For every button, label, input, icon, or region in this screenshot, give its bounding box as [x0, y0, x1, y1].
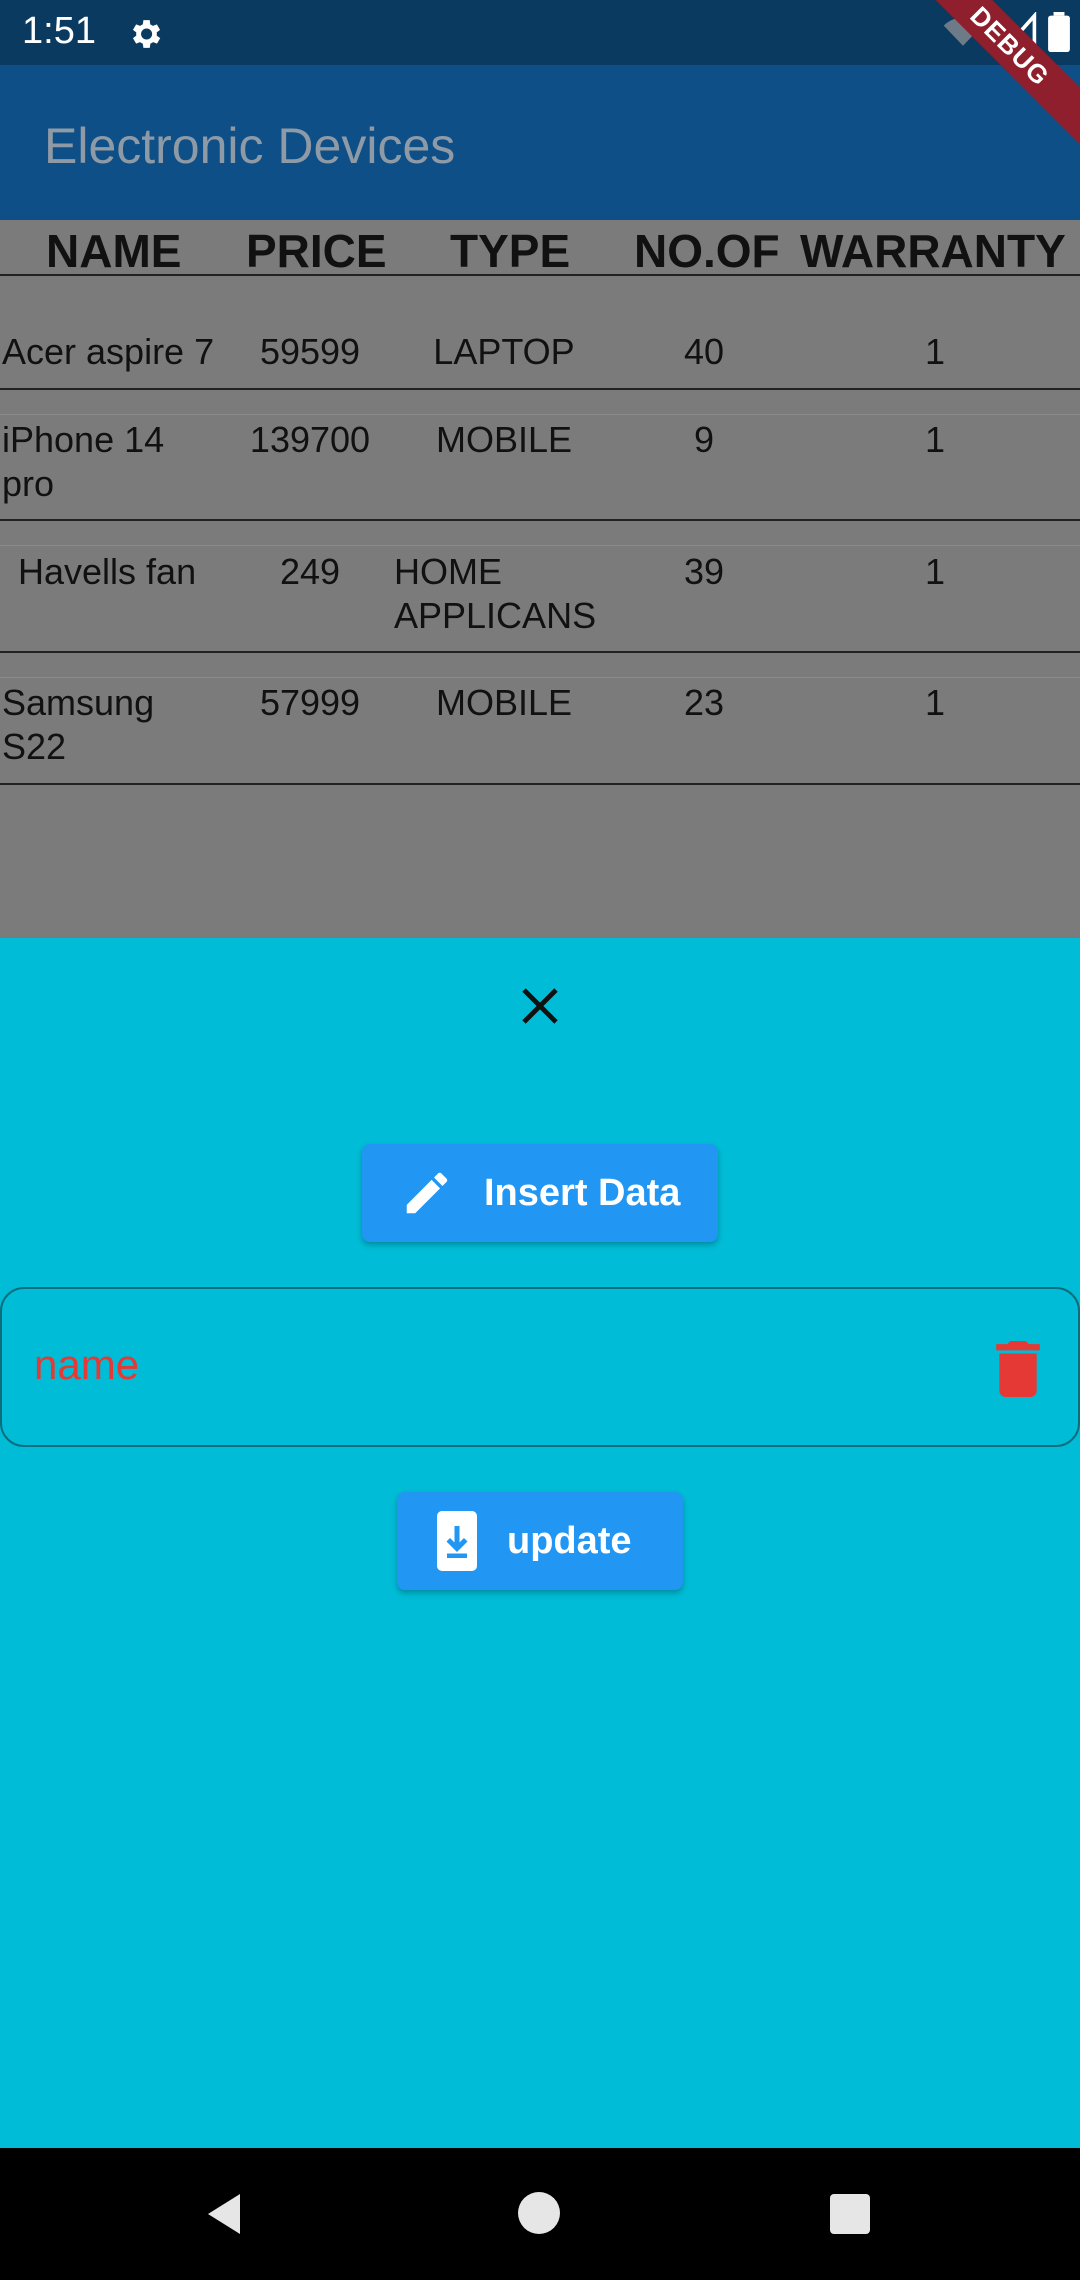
cell-warranty: 1	[924, 682, 946, 723]
pencil-icon	[406, 1172, 448, 1214]
cell-name: Havells fan	[18, 551, 197, 592]
column-header-type: TYPE	[450, 225, 571, 277]
header-divider	[0, 274, 1080, 276]
row-divider	[0, 783, 1080, 785]
app-bar: Electronic Devices	[0, 65, 1080, 220]
cell-warranty: 1	[924, 331, 946, 372]
back-icon[interactable]	[204, 2192, 244, 2236]
cell-count: 39	[683, 551, 725, 592]
insert-data-button[interactable]: Insert Data	[362, 1144, 718, 1242]
cell-type: MOBILE	[435, 682, 573, 723]
status-time: 1:51	[22, 10, 96, 52]
name-field[interactable]: name	[0, 1287, 1080, 1447]
cell-count: 40	[683, 331, 725, 372]
update-label: update	[507, 1519, 632, 1562]
cell-count: 9	[693, 419, 715, 460]
update-button[interactable]: update	[397, 1492, 683, 1590]
cell-name: iPhone 14 pro	[2, 419, 165, 504]
navigation-bar	[0, 2148, 1080, 2280]
column-header-price: PRICE	[246, 225, 387, 277]
download-phone-icon	[437, 1511, 477, 1571]
name-field-label: name	[34, 1341, 140, 1388]
column-header-name: NAME	[46, 225, 182, 277]
status-bar: 1:51	[0, 0, 1080, 65]
cell-name: Samsung S22	[2, 682, 155, 767]
column-header-count: NO.OF	[634, 225, 780, 277]
row-divider	[0, 519, 1080, 521]
row-separator	[0, 414, 1080, 415]
cell-type: MOBILE	[435, 419, 573, 460]
row-separator	[0, 677, 1080, 678]
cell-price: 57999	[259, 682, 361, 723]
cell-price: 59599	[259, 331, 361, 372]
page-title: Electronic Devices	[44, 118, 456, 174]
row-divider	[0, 388, 1080, 390]
row-separator	[0, 545, 1080, 546]
cell-count: 23	[683, 682, 725, 723]
recent-apps-icon[interactable]	[830, 2194, 870, 2234]
cell-price: 249	[279, 551, 341, 592]
cell-warranty: 1	[924, 419, 946, 460]
row-divider	[0, 651, 1080, 653]
column-header-warranty: WARRANTY	[800, 225, 1066, 277]
cell-name: Acer aspire 7	[2, 331, 215, 372]
home-icon[interactable]	[518, 2192, 560, 2234]
close-icon[interactable]	[516, 982, 564, 1030]
cell-type: LAPTOP	[433, 331, 575, 372]
cell-warranty: 1	[924, 551, 946, 592]
bottom-sheet: Insert Data name update	[0, 938, 1080, 2148]
cell-type: HOME APPLICANS	[394, 551, 597, 636]
devices-table: NAME PRICE TYPE NO.OF WARRANTY Acer aspi…	[0, 220, 1080, 938]
insert-data-label: Insert Data	[484, 1171, 681, 1214]
delete-icon[interactable]	[996, 1341, 1040, 1397]
cell-price: 139700	[249, 419, 371, 460]
battery-icon	[1048, 12, 1070, 52]
settings-gear-icon	[132, 20, 161, 48]
